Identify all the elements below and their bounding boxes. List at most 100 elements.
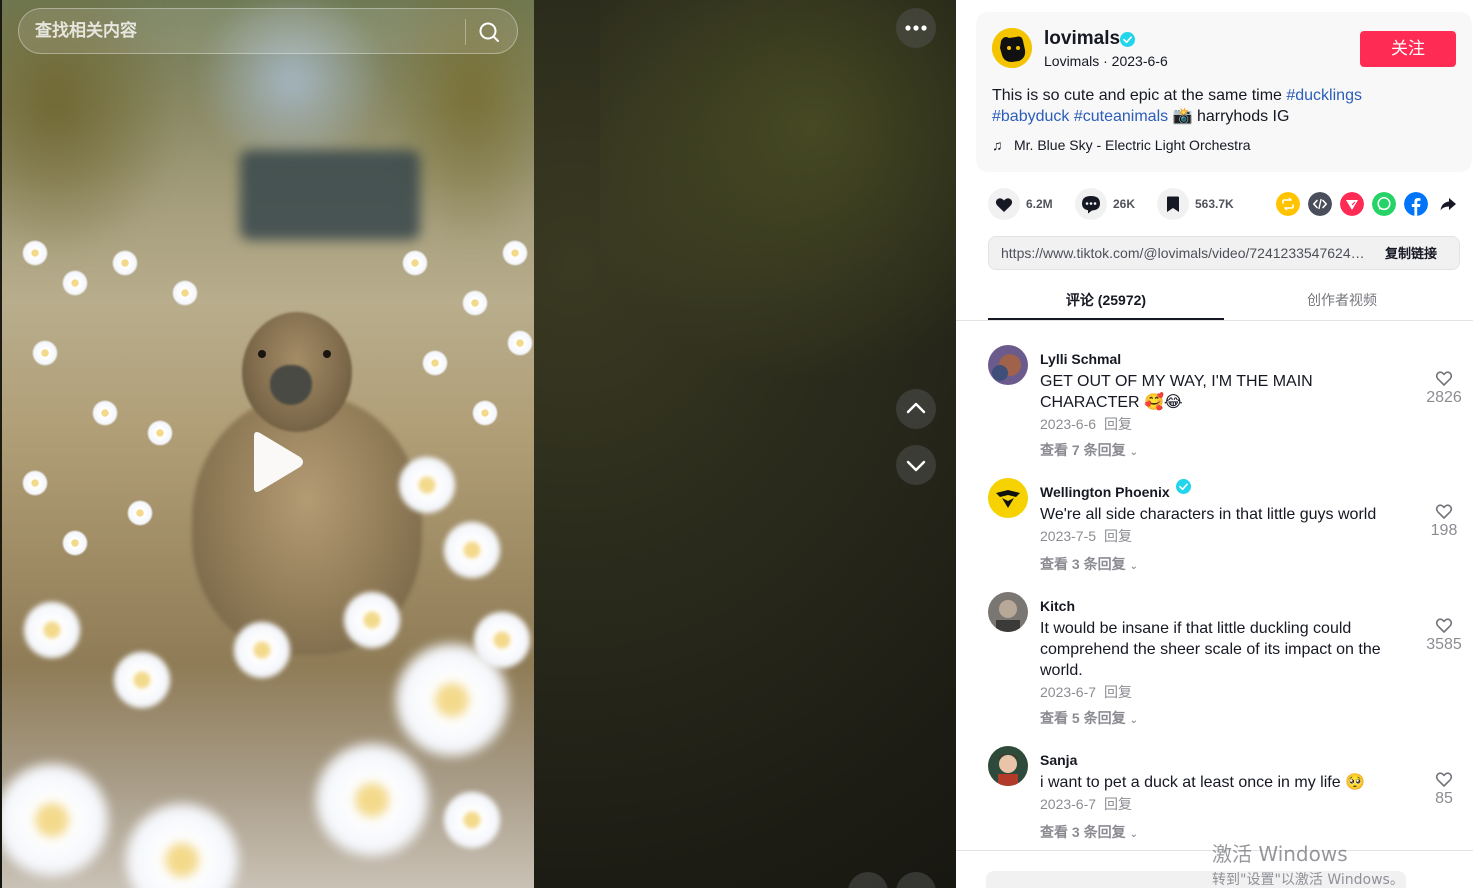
video-flower — [442, 790, 502, 850]
heart-icon — [995, 198, 1013, 212]
comment-icon — [1082, 196, 1100, 214]
commenter-avatar[interactable] — [988, 345, 1028, 385]
chevron-down-icon: ⌄ — [1129, 447, 1138, 458]
reply-button[interactable]: 回复 — [1104, 684, 1132, 700]
author-avatar[interactable] — [992, 28, 1032, 68]
verified-badge-icon — [1120, 32, 1135, 47]
commenter-name[interactable]: Wellington Phoenix — [1040, 484, 1170, 500]
view-replies-button[interactable]: 查看 3 条回复 ⌄ — [1040, 822, 1138, 842]
bookmark-icon — [1167, 196, 1179, 212]
view-replies-button[interactable]: 查看 3 条回复 ⌄ — [1040, 554, 1138, 574]
verified-badge-icon — [1176, 479, 1191, 494]
search-bar[interactable]: 查找相关内容 — [18, 8, 518, 54]
heart-outline-icon — [1435, 504, 1453, 519]
commenter-avatar[interactable] — [988, 478, 1028, 518]
hashtag-link[interactable]: #ducklings — [1286, 87, 1362, 104]
repost-icon[interactable] — [1276, 192, 1300, 216]
search-icon[interactable] — [471, 15, 507, 49]
description-text: This is so cute and epic at the same tim… — [992, 87, 1287, 104]
video-flower — [402, 250, 428, 276]
hashtag-link[interactable]: #babyduck — [992, 108, 1069, 125]
video-flower — [22, 470, 48, 496]
comment-like-count: 3585 — [1426, 636, 1462, 653]
video-info-card: lovimals Lovimals · 2023-6-6 关注 This is … — [976, 12, 1472, 172]
search-divider — [465, 19, 466, 45]
play-icon[interactable] — [248, 430, 304, 494]
tiktok-video-page: 查找相关内容 lovimals Lovimals · 2023-6-6 关注 T… — [0, 0, 1473, 888]
view-replies-button[interactable]: 查看 5 条回复 ⌄ — [1040, 708, 1138, 728]
view-replies-button[interactable]: 查看 7 条回复 ⌄ — [1040, 440, 1138, 460]
comment-like-button[interactable]: 85 — [1424, 769, 1464, 808]
video-flower — [172, 280, 198, 306]
next-video-button[interactable] — [896, 445, 936, 485]
video-flower — [147, 420, 173, 446]
comment-meta: 2023-7-5 回复 — [1040, 526, 1132, 546]
comment-like-button[interactable]: 198 — [1424, 501, 1464, 540]
video-flower — [22, 240, 48, 266]
comment-tabs: 评论 (25972) 创作者视频 — [988, 280, 1460, 320]
comment-meta: 2023-6-7 回复 — [1040, 682, 1132, 702]
duckling-beak — [270, 365, 312, 405]
mini-player-button[interactable] — [848, 872, 888, 888]
comment-like-count: 2826 — [1426, 389, 1462, 406]
comment-like-count: 198 — [1430, 522, 1458, 539]
author-name[interactable]: lovimals — [1044, 28, 1120, 50]
commenter-avatar[interactable] — [988, 746, 1028, 786]
reply-button[interactable]: 回复 — [1104, 528, 1132, 544]
video-area: 查找相关内容 — [0, 0, 956, 888]
search-input[interactable]: 查找相关内容 — [35, 9, 465, 53]
reply-button[interactable]: 回复 — [1104, 416, 1132, 432]
heart-outline-icon — [1435, 371, 1453, 386]
music-link[interactable]: ♫ Mr. Blue Sky - Electric Light Orchestra — [992, 137, 1251, 153]
view-replies-label: 查看 7 条回复 — [1040, 442, 1126, 458]
dog-logo-icon — [992, 28, 1032, 68]
video-flower — [62, 530, 88, 556]
video-player[interactable] — [2, 0, 534, 888]
video-flower — [442, 520, 502, 580]
video-description: This is so cute and epic at the same tim… — [992, 85, 1452, 127]
share-arrow-icon[interactable] — [1436, 192, 1460, 216]
video-flower — [472, 400, 498, 426]
video-flower — [502, 240, 528, 266]
copy-link-button[interactable]: 复制链接 — [1385, 237, 1437, 270]
tab-comments[interactable]: 评论 (25972) — [988, 280, 1224, 320]
chevron-down-icon — [906, 460, 926, 472]
more-horizontal-icon — [905, 25, 927, 31]
tab-creator-videos[interactable]: 创作者视频 — [1224, 280, 1460, 320]
view-replies-label: 查看 3 条回复 — [1040, 556, 1126, 572]
commenter-name[interactable]: Lylli Schmal — [1040, 351, 1121, 367]
comment-like-button[interactable]: 3585 — [1424, 615, 1464, 654]
comment-date: 2023-6-7 — [1040, 684, 1097, 700]
whatsapp-icon[interactable] — [1372, 192, 1396, 216]
commenter-name[interactable]: Sanja — [1040, 752, 1077, 768]
comment-text: It would be insane if that little duckli… — [1040, 620, 1381, 679]
comment-text: GET OUT OF MY WAY, I'M THE MAIN CHARACTE… — [1040, 373, 1313, 411]
watermark-title: 激活 Windows — [1212, 842, 1348, 866]
previous-video-button[interactable] — [896, 389, 936, 429]
comment-like-button[interactable]: 2826 — [1424, 368, 1464, 407]
view-replies-label: 查看 3 条回复 — [1040, 824, 1126, 840]
like-button[interactable] — [988, 188, 1020, 220]
video-flower — [112, 250, 138, 276]
more-options-button[interactable] — [896, 8, 936, 48]
facebook-icon[interactable] — [1404, 192, 1428, 216]
comment-like-count: 85 — [1435, 790, 1453, 807]
music-note-icon: ♫ — [992, 137, 1003, 153]
comment-button[interactable] — [1075, 188, 1107, 220]
video-flower — [32, 340, 58, 366]
save-button[interactable] — [1157, 188, 1189, 220]
commenter-name[interactable]: Kitch — [1040, 598, 1075, 614]
reply-button[interactable]: 回复 — [1104, 796, 1132, 812]
video-url: https://www.tiktok.com/@lovimals/video/7… — [1001, 245, 1367, 261]
embed-icon[interactable] — [1308, 192, 1332, 216]
copy-link-bar: https://www.tiktok.com/@lovimals/video/7… — [988, 236, 1460, 270]
photo-credit: 📸 harryhods IG — [1168, 108, 1290, 125]
commenter-avatar[interactable] — [988, 592, 1028, 632]
send-icon[interactable] — [1340, 192, 1364, 216]
follow-button[interactable]: 关注 — [1360, 31, 1456, 67]
video-flower — [2, 760, 112, 880]
video-flower — [312, 740, 432, 860]
hashtag-link[interactable]: #cuteanimals — [1074, 108, 1168, 125]
fullscreen-button[interactable] — [896, 872, 936, 888]
chevron-down-icon: ⌄ — [1129, 829, 1138, 840]
